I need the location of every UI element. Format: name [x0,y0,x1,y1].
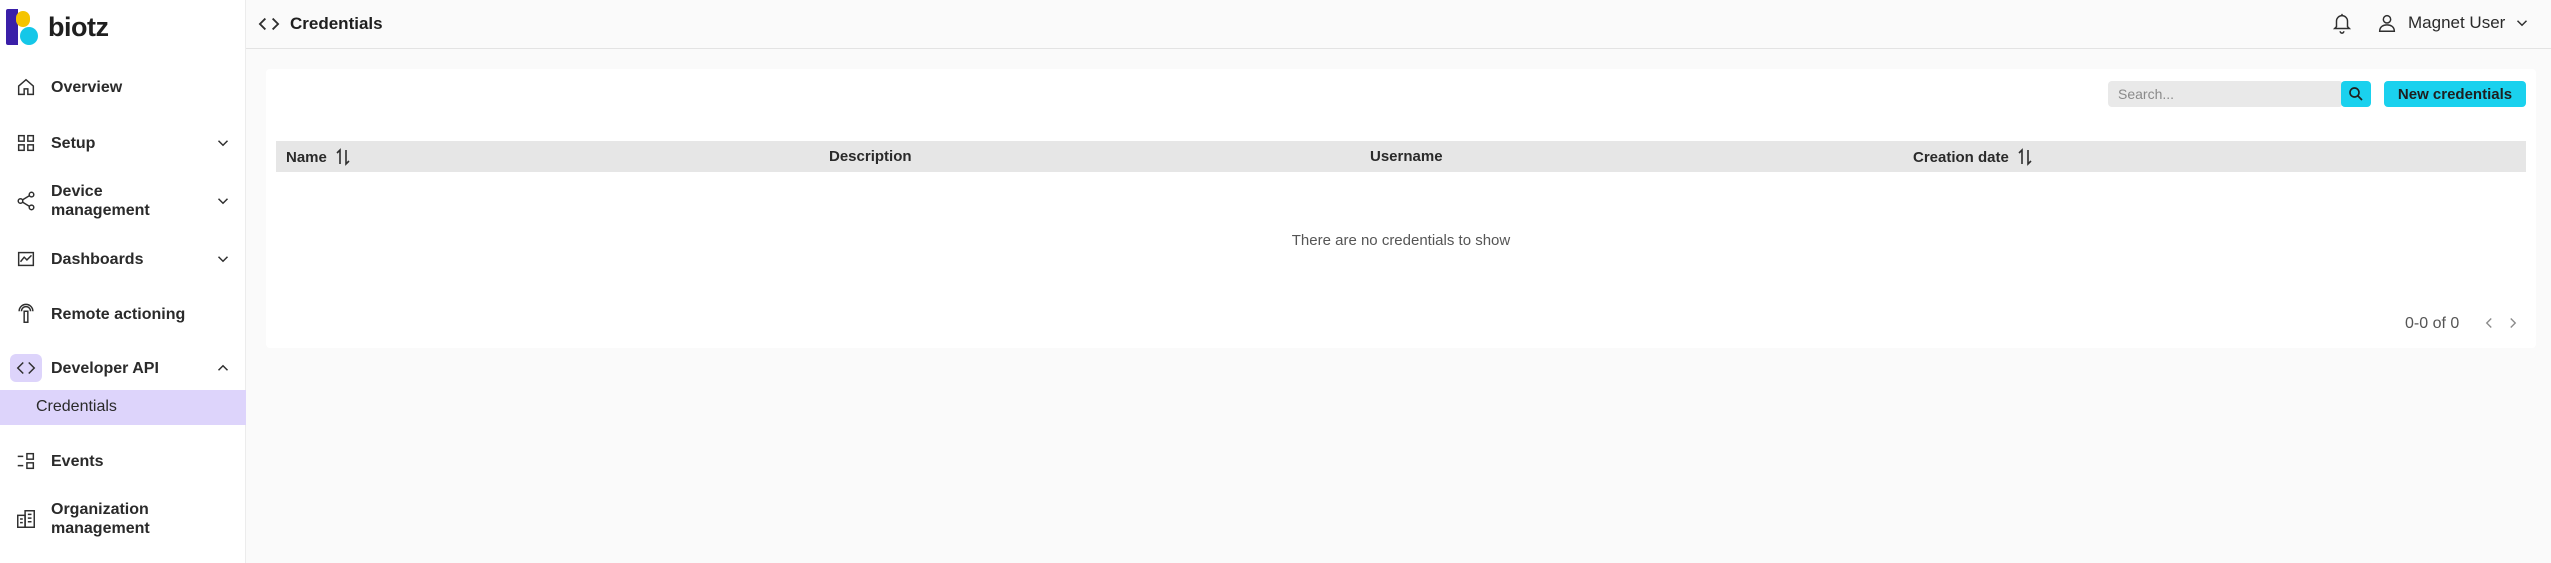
column-header-username: Username [1370,148,1443,165]
page-title: Credentials [290,14,383,33]
chevron-down-icon[interactable] [214,250,232,268]
user-menu[interactable]: Magnet User [2376,12,2531,34]
chevron-right-icon[interactable] [2504,314,2522,332]
sidebar-item-overview[interactable]: Overview [0,72,246,102]
chevron-up-icon[interactable] [214,359,232,377]
sidebar-item-events[interactable]: Events [0,446,246,476]
sort-icon[interactable] [2017,148,2033,166]
search-icon [2349,87,2363,101]
sidebar-subitem-credentials[interactable]: Credentials [0,390,246,425]
sidebar-item-remote-actioning[interactable]: Remote actioning [0,299,246,329]
user-icon [2376,12,2398,34]
sidebar-item-label: Device management [51,183,150,219]
chevron-down-icon[interactable] [214,192,232,210]
sidebar-item-label: Developer API [51,360,159,377]
column-header-name[interactable]: Name [286,148,351,166]
search-input[interactable] [2108,81,2343,107]
search-button[interactable] [2341,81,2371,107]
chart-icon [10,245,42,273]
credentials-card [266,69,2536,348]
sidebar-subitem-label: Credentials [36,398,117,415]
share-nodes-icon [10,187,42,215]
user-name: Magnet User [2408,13,2506,32]
column-header-creation-date[interactable]: Creation date [1913,148,2033,166]
column-header-description: Description [829,148,912,165]
home-icon [10,73,42,101]
sidebar-item-dashboards[interactable]: Dashboards [0,244,246,274]
code-icon [258,14,280,34]
sidebar-item-setup[interactable]: Setup [0,128,246,158]
sidebar-item-label: Remote actioning [51,306,186,323]
logo-text: biotz [48,11,109,42]
sidebar-item-device-management[interactable]: Device management [0,180,246,222]
sort-icon[interactable] [335,148,351,166]
chevron-left-icon[interactable] [2480,314,2498,332]
bell-icon[interactable] [2331,11,2353,35]
code-icon [10,354,42,382]
logo[interactable]: biotz [6,8,109,46]
new-credentials-button[interactable]: New credentials [2384,81,2526,107]
events-icon [10,447,42,475]
sidebar-item-label: Overview [51,79,123,96]
chevron-down-icon [2513,14,2531,32]
sidebar-item-label: Organization management [51,501,150,537]
chevron-down-icon[interactable] [214,134,232,152]
building-icon [10,505,42,533]
logo-mark-icon [6,9,38,45]
sidebar-item-label: Setup [51,135,96,152]
topbar: Credentials Magnet User [246,0,2551,49]
sidebar-item-label: Events [51,453,104,470]
sidebar: biotz Overview Setup Device management Da… [0,0,246,563]
empty-state-text: There are no credentials to show [1291,232,1511,249]
sidebar-item-organization-management[interactable]: Organization management [0,498,246,540]
table-header: Name Description Username Creation date [276,141,2526,172]
grid-icon [10,129,42,157]
sidebar-item-label: Dashboards [51,251,144,268]
antenna-icon [10,300,42,328]
sidebar-item-developer-api[interactable]: Developer API [0,353,246,383]
pagination-summary: 0-0 of 0 [2405,315,2460,332]
